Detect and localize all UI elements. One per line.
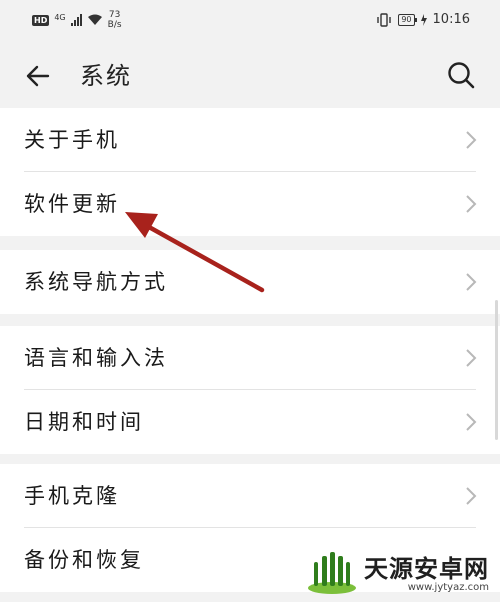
battery-indicator: 90 bbox=[398, 13, 417, 26]
item-label: 日期和时间 bbox=[24, 410, 144, 434]
android-logo-icon bbox=[308, 552, 356, 594]
charging-icon bbox=[420, 13, 427, 26]
item-label: 软件更新 bbox=[24, 192, 120, 216]
item-label: 手机克隆 bbox=[24, 484, 120, 508]
chevron-right-icon bbox=[466, 487, 477, 505]
network-speed: 73 B/s bbox=[108, 10, 122, 30]
item-label: 备份和恢复 bbox=[24, 548, 144, 572]
network-type: 4G bbox=[54, 12, 66, 22]
settings-item-language-input[interactable]: 语言和输入法 bbox=[0, 326, 500, 390]
speed-unit: B/s bbox=[107, 20, 122, 30]
search-icon bbox=[448, 62, 475, 89]
settings-item-about-phone[interactable]: 关于手机 bbox=[0, 108, 500, 172]
settings-item-phone-clone[interactable]: 手机克隆 bbox=[0, 464, 500, 528]
clock: 10:16 bbox=[432, 12, 470, 27]
speed-value: 73 bbox=[108, 10, 121, 20]
settings-item-date-time[interactable]: 日期和时间 bbox=[0, 390, 500, 454]
watermark: 天源安卓网 www.jytyaz.com bbox=[306, 548, 489, 594]
item-label: 关于手机 bbox=[24, 128, 120, 152]
chevron-right-icon bbox=[466, 413, 477, 431]
vibrate-icon bbox=[377, 12, 392, 27]
page-title: 系统 bbox=[80, 62, 132, 90]
settings-group-1: 关于手机 软件更新 bbox=[0, 108, 500, 236]
watermark-text-block: 天源安卓网 www.jytyaz.com bbox=[364, 549, 489, 593]
status-left: HD 4G 73 B/s bbox=[32, 10, 122, 30]
signal-icon bbox=[70, 14, 82, 26]
back-button[interactable] bbox=[22, 60, 54, 92]
app-bar: 系统 bbox=[0, 44, 500, 108]
status-right: 90 10:16 bbox=[376, 12, 470, 27]
settings-item-software-update[interactable]: 软件更新 bbox=[0, 172, 500, 236]
search-button[interactable] bbox=[444, 58, 478, 92]
item-label: 系统导航方式 bbox=[24, 270, 168, 294]
chevron-right-icon bbox=[466, 195, 477, 213]
hd-badge: HD bbox=[32, 14, 50, 26]
chevron-right-icon bbox=[466, 131, 477, 149]
back-arrow-icon bbox=[26, 65, 50, 87]
settings-group-2: 系统导航方式 bbox=[0, 250, 500, 314]
chevron-right-icon bbox=[466, 273, 477, 291]
wifi-icon bbox=[87, 14, 102, 25]
item-label: 语言和输入法 bbox=[24, 346, 168, 370]
settings-item-system-navigation[interactable]: 系统导航方式 bbox=[0, 250, 500, 314]
scrollbar[interactable] bbox=[495, 300, 498, 440]
status-bar: HD 4G 73 B/s 90 10:16 bbox=[0, 0, 500, 44]
watermark-text: 天源安卓网 bbox=[364, 555, 489, 583]
chevron-right-icon bbox=[466, 349, 477, 367]
watermark-url: www.jytyaz.com bbox=[407, 582, 489, 593]
settings-group-3: 语言和输入法 日期和时间 bbox=[0, 326, 500, 454]
